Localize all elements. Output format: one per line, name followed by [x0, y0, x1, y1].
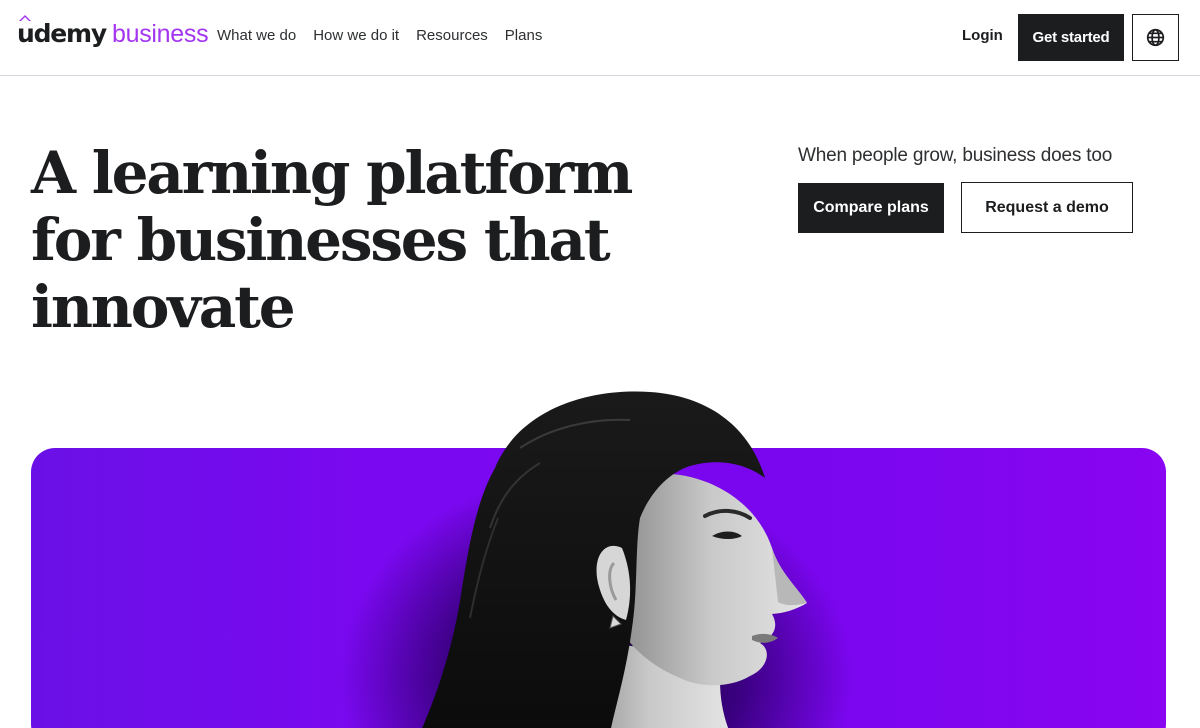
headline-line-2: for businesses that: [31, 206, 611, 274]
logo-cap-icon: [19, 15, 31, 21]
login-link[interactable]: Login: [962, 27, 1003, 44]
main-nav: What we do How we do it Resources Plans: [217, 27, 542, 44]
language-button[interactable]: [1132, 14, 1179, 61]
nav-what-we-do[interactable]: What we do: [217, 27, 296, 44]
hero-headline: A learning platform for businesses that …: [31, 140, 671, 341]
request-demo-button[interactable]: Request a demo: [961, 182, 1133, 233]
logo-business-text: business: [112, 20, 209, 48]
get-started-button[interactable]: Get started: [1018, 14, 1124, 61]
compare-plans-button[interactable]: Compare plans: [798, 183, 944, 233]
nav-plans[interactable]: Plans: [505, 27, 543, 44]
headline-line-1: A learning platform: [31, 139, 633, 207]
hero-portrait-image: [422, 391, 807, 728]
logo-udemy-wordmark: udemy: [17, 15, 107, 48]
nav-how-we-do-it[interactable]: How we do it: [313, 27, 399, 44]
nav-resources[interactable]: Resources: [416, 27, 488, 44]
globe-icon: [1146, 28, 1165, 47]
hero-tagline: When people grow, business does too: [798, 145, 1113, 166]
udemy-business-logo[interactable]: udemy business: [17, 15, 209, 55]
logo-udemy-text: udemy: [17, 19, 107, 48]
site-header: udemy business What we do How we do it R…: [0, 0, 1200, 76]
headline-line-3: innovate: [31, 273, 296, 341]
